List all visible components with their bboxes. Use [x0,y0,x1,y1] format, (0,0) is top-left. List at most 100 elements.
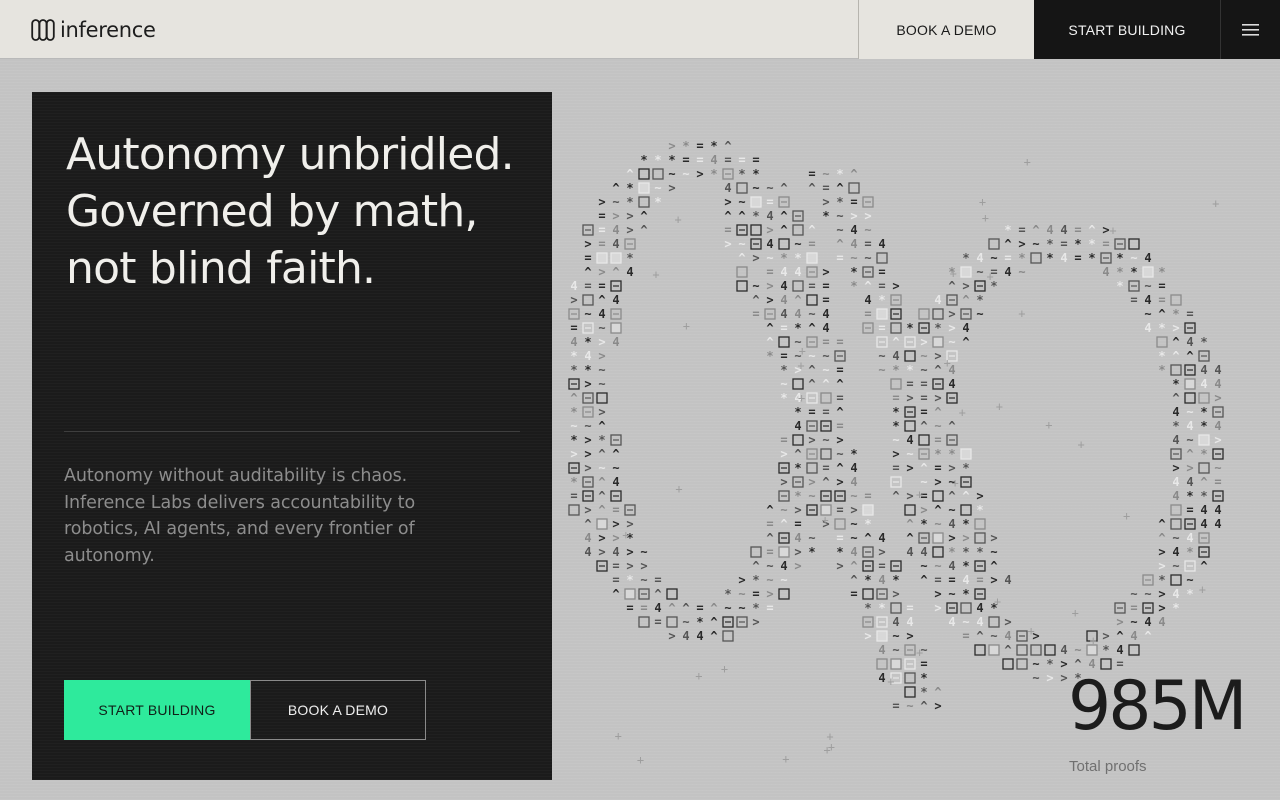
ascii-cell: ^ [962,335,969,349]
ascii-cell: * [626,573,633,587]
ascii-cell: 4 [584,531,591,545]
ascii-cell [778,336,790,348]
ascii-cell: 4 [626,265,633,279]
ascii-cell: > [570,293,577,307]
ascii-cell: ^ [780,181,787,195]
ascii-cell: > [962,531,969,545]
ascii-cell: 4 [1116,643,1123,657]
ascii-cell: + [797,359,804,373]
ascii-cell: * [598,433,605,447]
ascii-cell: ^ [850,559,857,573]
ascii-cell: > [584,237,591,251]
menu-button[interactable] [1220,0,1280,59]
ascii-cell [932,336,944,348]
ascii-cell: * [780,251,787,265]
ascii-cell: ^ [962,489,969,503]
ascii-cell: 4 [976,615,983,629]
logo-link[interactable]: inference [31,17,156,43]
ascii-cell: ^ [766,335,773,349]
ascii-cell: 4 [1172,433,1179,447]
ascii-cell: * [962,559,969,573]
ascii-cell: ^ [1144,629,1151,643]
ascii-cell: 4 [570,335,577,349]
ascii-cell: > [892,279,899,293]
ascii-cell: > [850,503,857,517]
ascii-cell: > [1102,629,1109,643]
hero-card: Autonomy unbridled. Governed by math, no… [32,92,552,780]
ascii-cell [890,322,902,334]
ascii-cell: ^ [864,531,871,545]
ascii-cell: > [822,265,829,279]
ascii-cell: > [668,181,675,195]
ascii-cell: ~ [892,433,899,447]
ascii-cell: 4 [1060,251,1067,265]
ascii-cell: = [836,251,843,265]
ascii-cell: * [822,209,829,223]
ascii-cell: ~ [836,209,843,223]
ascii-cell: ~ [920,363,927,377]
ascii-cell: > [948,321,955,335]
ascii-cell: = [598,209,605,223]
ascii-cell: 4 [906,545,913,559]
ascii-cell: * [1172,377,1179,391]
ascii-cell: = [1214,475,1221,489]
ascii-cell [750,196,762,208]
ascii-cell [1002,658,1014,670]
ascii-cell: = [766,601,773,615]
ascii-cell: ^ [780,517,787,531]
ascii-cell: = [864,489,871,503]
ascii-cell: 4 [948,517,955,531]
ascii-cell: 4 [878,671,885,685]
ascii-cell: = [696,153,703,167]
ascii-cell: ^ [1200,559,1207,573]
ascii-cell: 4 [850,237,857,251]
ascii-cell: ^ [738,209,745,223]
ascii-cell [904,350,916,362]
ascii-cell [792,378,804,390]
ascii-cell: = [976,573,983,587]
ascii-cell [904,686,916,698]
ascii-cell: ~ [654,181,661,195]
ascii-cell: = [850,195,857,209]
ascii-cell: + [675,212,682,226]
book-demo-button[interactable]: BOOK A DEMO [858,0,1034,59]
ascii-cell: = [808,237,815,251]
ascii-cell: + [916,487,923,501]
hero-book-demo-button[interactable]: BOOK A DEMO [250,680,426,740]
ascii-cell: ~ [808,531,815,545]
ascii-cell [834,518,846,530]
ascii-cell: = [836,335,843,349]
ascii-cell [1156,336,1168,348]
ascii-cell: 4 [906,433,913,447]
ascii-cell: = [1130,293,1137,307]
ascii-cell: * [850,265,857,279]
ascii-cell [778,588,790,600]
ascii-cell: 4 [584,545,591,559]
ascii-cell: + [1109,224,1116,238]
ascii-cell: ^ [864,279,871,293]
ascii-cell: ^ [1172,335,1179,349]
ascii-cell: ^ [1158,517,1165,531]
ascii-cell: ~ [976,265,983,279]
hero-title-line: Autonomy unbridled. [66,129,515,180]
start-building-button[interactable]: START BUILDING [1034,0,1220,59]
ascii-cell: + [622,528,629,542]
ascii-cell: * [934,321,941,335]
ascii-cell: = [654,573,661,587]
ascii-cell: * [1004,223,1011,237]
hero-start-building-button[interactable]: START BUILDING [64,680,250,740]
ascii-cell: ~ [850,531,857,545]
ascii-cell: * [836,195,843,209]
ascii-cell: > [598,195,605,209]
ascii-cell: > [1214,433,1221,447]
ascii-cell: ~ [1144,307,1151,321]
ascii-cell: = [612,573,619,587]
ascii-cell [918,308,930,320]
ascii-cell: 4 [948,377,955,391]
ascii-cell: ~ [738,601,745,615]
ascii-cell: ^ [920,573,927,587]
ascii-cell: * [668,153,675,167]
ascii-cell: ~ [1130,251,1137,265]
ascii-cell: ~ [1032,671,1039,685]
ascii-cell: > [584,433,591,447]
